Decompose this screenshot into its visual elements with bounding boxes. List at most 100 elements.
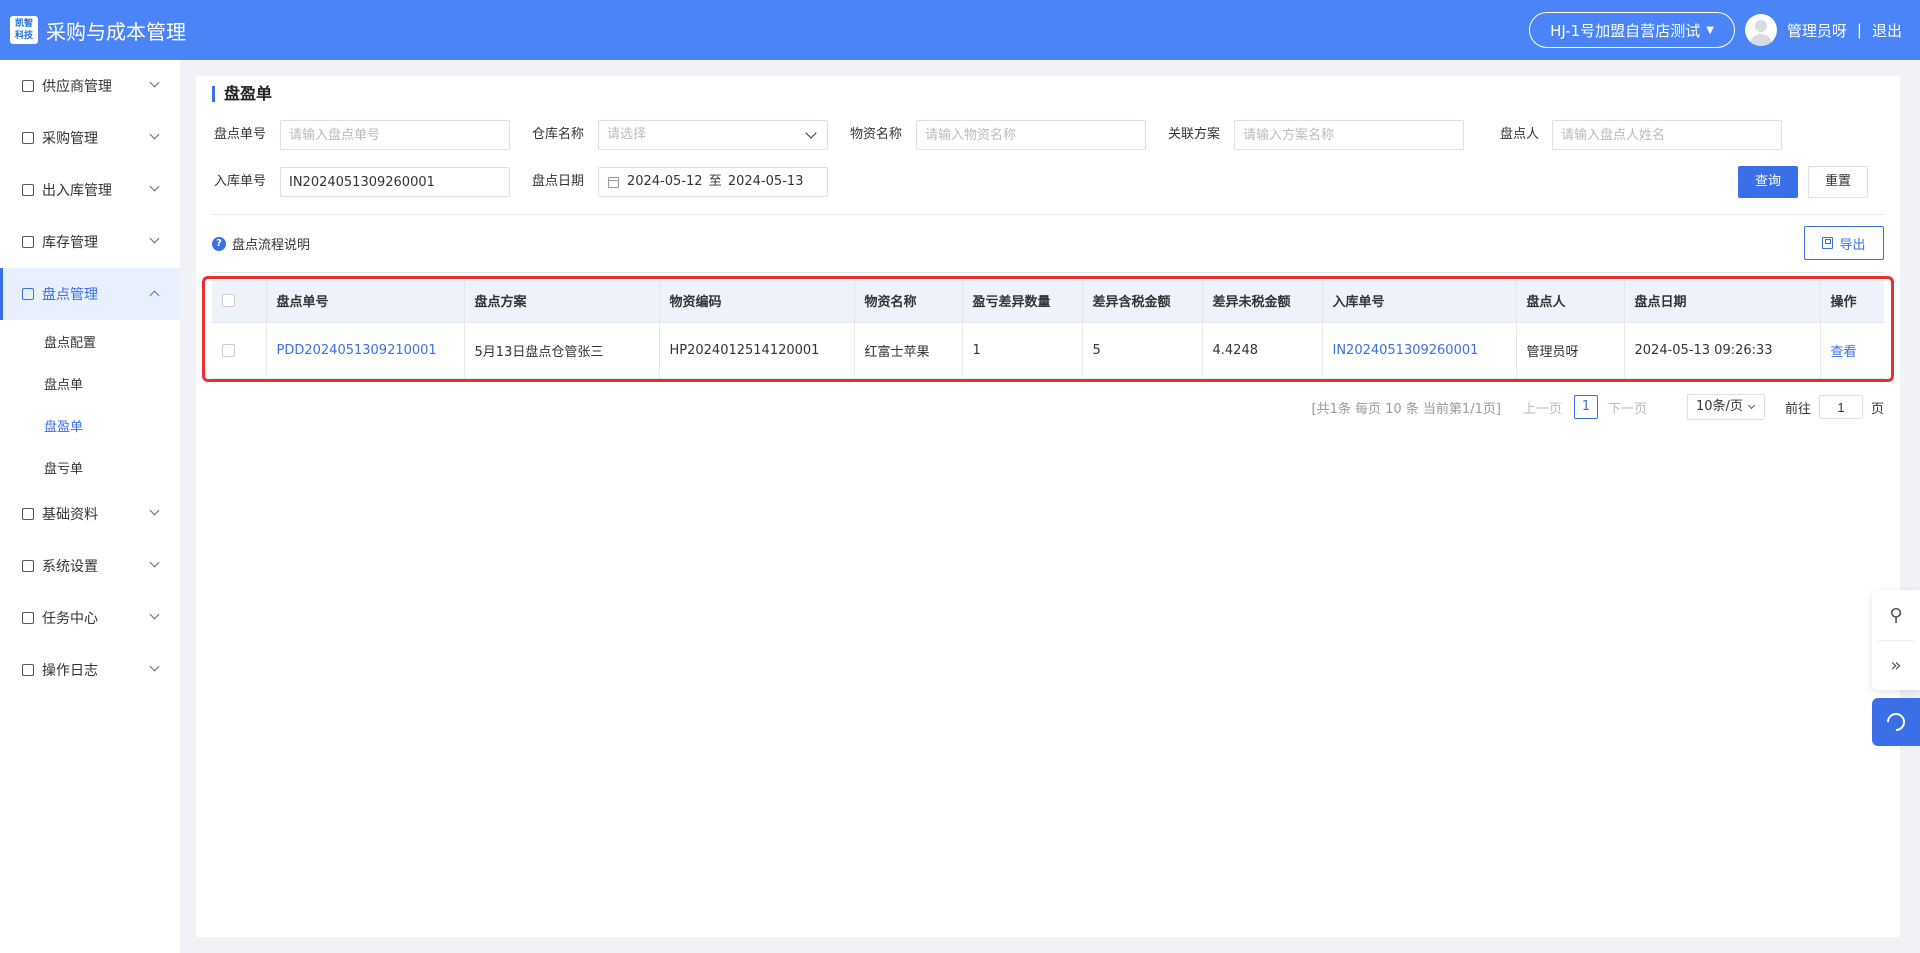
table-row: PDD2024051309210001 5月13日盘点仓管张三 HP202401… — [212, 322, 1884, 379]
chevron-down-icon — [149, 557, 160, 568]
plan-input[interactable] — [1234, 120, 1464, 150]
count-no-link[interactable]: PDD2024051309210001 — [277, 343, 437, 358]
sidebar-item-stocktake[interactable]: 盘点管理 — [0, 268, 180, 320]
column-header[interactable]: 盘点方案 — [464, 280, 660, 323]
column-header[interactable]: 盘点人 — [1516, 280, 1625, 323]
sidebar-item-purchase[interactable]: 采购管理 — [0, 112, 180, 164]
query-button[interactable]: 查询 — [1738, 166, 1798, 198]
avatar[interactable] — [1744, 14, 1777, 46]
warehouse-placeholder: 请选择 — [607, 127, 647, 142]
caret-down-icon: ▼ — [1706, 24, 1714, 36]
toolbar-divider — [212, 272, 1884, 273]
warehouse-select[interactable]: 请选择 — [598, 120, 828, 150]
column-header[interactable]: 盘点日期 — [1624, 280, 1821, 323]
help-label: 盘点流程说明 — [232, 238, 311, 253]
page-size-value: 10条/页 — [1695, 399, 1743, 414]
sidebar-item-settings[interactable]: 系统设置 — [0, 540, 180, 592]
select-all-checkbox[interactable] — [222, 294, 235, 308]
material-code-cell: HP2024012514120001 — [659, 322, 855, 379]
reset-button[interactable]: 重置 — [1808, 166, 1868, 198]
sidebar-item-logs[interactable]: 操作日志 — [0, 644, 180, 696]
page-size-select[interactable]: 10条/页 — [1686, 394, 1765, 420]
process-help-link[interactable]: ? 盘点流程说明 — [212, 234, 310, 253]
column-header[interactable]: 盘点单号 — [266, 280, 465, 323]
counter-label: 盘点人 — [1500, 127, 1540, 142]
chevron-down-icon — [149, 129, 160, 140]
sidebar-item-label: 供应商管理 — [42, 79, 112, 95]
log-icon — [22, 664, 34, 676]
count-no-input[interactable] — [280, 120, 510, 150]
goto-label: 前往 — [1784, 401, 1811, 417]
inbound-label: 入库单号 — [214, 174, 267, 189]
sidebar-item-label: 盘点管理 — [42, 287, 98, 303]
column-header[interactable]: 物资名称 — [854, 280, 963, 323]
export-label: 导出 — [1839, 237, 1866, 253]
store-switcher[interactable]: HJ-1号加盟自营店测试 ▼ — [1529, 12, 1735, 48]
column-header[interactable]: 差异含税金额 — [1082, 280, 1203, 323]
goto-page-input[interactable] — [1818, 395, 1863, 419]
counter-cell: 管理员呀 — [1516, 322, 1625, 379]
calendar-icon — [608, 177, 619, 188]
inventory-icon — [22, 236, 34, 248]
sidebar-subitem-count-sheet[interactable]: 盘点单 — [0, 362, 180, 404]
chevron-down-icon — [149, 505, 160, 516]
sidebar: 供应商管理 采购管理 出入库管理 库存管理 盘点管理 盘点配置 盘点单 盘盈单 … — [0, 60, 180, 953]
inbound-no-link[interactable]: IN2024051309260001 — [1333, 343, 1479, 358]
sidebar-subitem-loss[interactable]: 盘亏单 — [0, 446, 180, 488]
chevron-down-icon — [149, 233, 160, 244]
logout-button[interactable]: 退出 — [1872, 20, 1902, 41]
current-page-button[interactable]: 1 — [1573, 395, 1598, 419]
logo-line-1: 凯智 — [14, 19, 33, 29]
page-title: 盘盈单 — [212, 86, 272, 102]
column-header[interactable]: 物资编码 — [659, 280, 855, 323]
filter-divider — [212, 214, 1884, 215]
diff-qty-cell: 1 — [962, 322, 1083, 379]
diff-notax-amount-cell: 4.4248 — [1202, 322, 1323, 379]
column-header[interactable]: 入库单号 — [1322, 280, 1517, 323]
sidebar-item-label: 任务中心 — [42, 611, 98, 627]
save-icon — [1822, 237, 1834, 249]
sidebar-item-label: 系统设置 — [42, 559, 98, 575]
sidebar-subitem-surplus[interactable]: 盘盈单 — [0, 404, 180, 446]
next-page-button[interactable]: 下一页 — [1608, 398, 1647, 417]
supplier-icon — [22, 80, 34, 92]
app-title: 采购与成本管理 — [46, 19, 186, 44]
sidebar-item-label: 基础资料 — [42, 507, 98, 523]
sidebar-item-supplier[interactable]: 供应商管理 — [0, 60, 180, 112]
sidebar-item-label: 库存管理 — [42, 235, 98, 251]
double-chevron-right-icon[interactable]: » — [1872, 640, 1920, 690]
task-icon — [22, 612, 34, 624]
row-checkbox-cell — [212, 322, 267, 379]
pagination-info: [共1条 每页 10 条 当前第1/1页] — [1311, 401, 1501, 417]
data-table: 盘点单号 盘点方案 物资编码 物资名称 盈亏差异数量 差异含税金额 差异未税金额… — [212, 280, 1884, 379]
column-header[interactable]: 差异未税金额 — [1202, 280, 1323, 323]
main-panel: 盘盈单 盘点单号 仓库名称 请选择 物资名称 关联方案 盘点人 入库单号 盘点日… — [196, 76, 1900, 937]
prev-page-button[interactable]: 上一页 — [1523, 398, 1562, 417]
warehouse-label: 仓库名称 — [532, 127, 585, 142]
sidebar-item-label: 操作日志 — [42, 663, 98, 679]
inbound-input[interactable] — [280, 167, 510, 197]
sidebar-item-basic-data[interactable]: 基础资料 — [0, 488, 180, 540]
header-separator: | — [1856, 21, 1862, 39]
customer-service-button[interactable] — [1872, 698, 1920, 746]
diff-tax-amount-cell: 5 — [1082, 322, 1203, 379]
sidebar-item-label: 出入库管理 — [42, 183, 112, 199]
date-range-picker[interactable]: 2024-05-12 至 2024-05-13 — [598, 167, 828, 197]
purchase-icon — [22, 132, 34, 144]
sidebar-item-tasks[interactable]: 任务中心 — [0, 592, 180, 644]
material-input[interactable] — [916, 120, 1146, 150]
sidebar-subitem-config[interactable]: 盘点配置 — [0, 320, 180, 362]
link-icon[interactable]: ⚲ — [1872, 590, 1920, 640]
counter-input[interactable] — [1552, 120, 1782, 150]
sidebar-item-inout[interactable]: 出入库管理 — [0, 164, 180, 216]
column-header[interactable]: 盈亏差异数量 — [962, 280, 1083, 323]
sidebar-item-inventory[interactable]: 库存管理 — [0, 216, 180, 268]
view-link[interactable]: 查看 — [1831, 345, 1857, 360]
row-checkbox[interactable] — [222, 343, 235, 357]
export-button[interactable]: 导出 — [1804, 226, 1884, 260]
chevron-down-icon — [149, 609, 160, 620]
chevron-down-icon — [149, 661, 160, 672]
question-icon: ? — [212, 236, 226, 251]
user-name[interactable]: 管理员呀 — [1787, 20, 1847, 41]
date-label: 盘点日期 — [532, 174, 585, 189]
